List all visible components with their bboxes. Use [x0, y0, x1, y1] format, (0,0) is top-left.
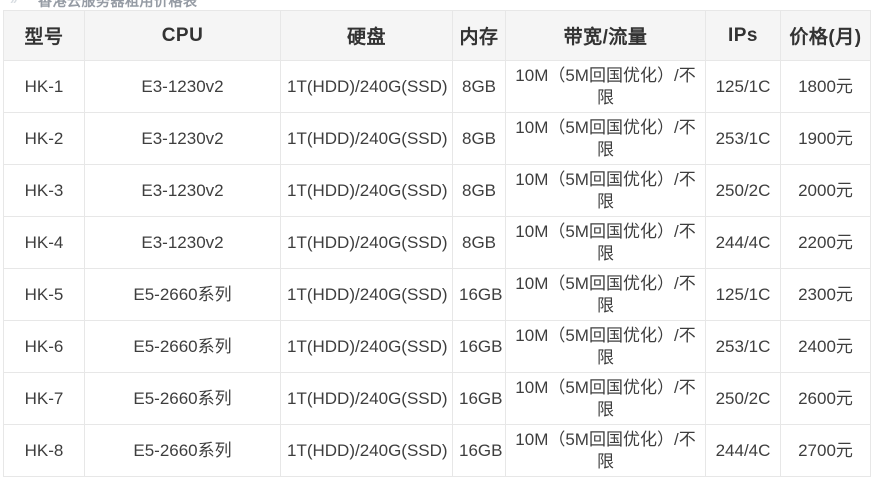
- cell-disk: 1T(HDD)/240G(SSD): [280, 60, 453, 113]
- cell-bandwidth: 10M（5M回国优化）/不限: [505, 372, 706, 425]
- cell-model: HK-1: [3, 60, 85, 113]
- column-header-cpu: CPU: [84, 10, 281, 61]
- cell-disk: 1T(HDD)/240G(SSD): [280, 164, 453, 217]
- cell-ips: 125/1C: [705, 60, 781, 113]
- table-header-row: 型号 CPU 硬盘 内存 带宽/流量 IPs 价格(月): [3, 10, 871, 61]
- cell-price: 2400元: [780, 320, 871, 373]
- cell-ips: 250/2C: [705, 372, 781, 425]
- clipped-section-heading: » 香港云服务器租用价格表: [0, 0, 873, 9]
- table-body: HK-1 E3-1230v2 1T(HDD)/240G(SSD) 8GB 10M…: [3, 60, 871, 477]
- server-spec-table: 型号 CPU 硬盘 内存 带宽/流量 IPs 价格(月) HK-1 E3-123…: [3, 10, 871, 477]
- table-row: HK-6 E5-2660系列 1T(HDD)/240G(SSD) 16GB 10…: [3, 320, 871, 373]
- cell-disk: 1T(HDD)/240G(SSD): [280, 372, 453, 425]
- cell-model: HK-3: [3, 164, 85, 217]
- column-header-model: 型号: [3, 10, 85, 61]
- cell-cpu: E3-1230v2: [84, 216, 281, 269]
- cell-price: 2300元: [780, 268, 871, 321]
- table-row: HK-3 E3-1230v2 1T(HDD)/240G(SSD) 8GB 10M…: [3, 164, 871, 217]
- cell-price: 1900元: [780, 112, 871, 165]
- cell-bandwidth: 10M（5M回国优化）/不限: [505, 268, 706, 321]
- cell-ips: 244/4C: [705, 216, 781, 269]
- cell-disk: 1T(HDD)/240G(SSD): [280, 424, 453, 477]
- cell-model: HK-6: [3, 320, 85, 373]
- cell-model: HK-8: [3, 424, 85, 477]
- cell-memory: 8GB: [452, 112, 506, 165]
- cell-cpu: E5-2660系列: [84, 372, 281, 425]
- cell-model: HK-2: [3, 112, 85, 165]
- cell-ips: 253/1C: [705, 320, 781, 373]
- cell-cpu: E5-2660系列: [84, 320, 281, 373]
- double-chevron-right-icon: »: [10, 0, 17, 7]
- cell-price: 2700元: [780, 424, 871, 477]
- table-row: HK-4 E3-1230v2 1T(HDD)/240G(SSD) 8GB 10M…: [3, 216, 871, 269]
- cell-disk: 1T(HDD)/240G(SSD): [280, 268, 453, 321]
- cell-cpu: E5-2660系列: [84, 268, 281, 321]
- column-header-memory: 内存: [452, 10, 506, 61]
- cell-memory: 8GB: [452, 164, 506, 217]
- column-header-price: 价格(月): [780, 10, 871, 61]
- cell-model: HK-5: [3, 268, 85, 321]
- column-header-ips: IPs: [705, 10, 781, 61]
- cell-price: 2200元: [780, 216, 871, 269]
- page-root: » 香港云服务器租用价格表 型号 CPU 硬盘 内存 带宽/流量: [0, 0, 873, 500]
- table-row: HK-7 E5-2660系列 1T(HDD)/240G(SSD) 16GB 10…: [3, 372, 871, 425]
- cell-memory: 16GB: [452, 320, 506, 373]
- cell-disk: 1T(HDD)/240G(SSD): [280, 320, 453, 373]
- cell-disk: 1T(HDD)/240G(SSD): [280, 112, 453, 165]
- cell-cpu: E3-1230v2: [84, 60, 281, 113]
- clipped-section-heading-text: 香港云服务器租用价格表: [38, 0, 198, 9]
- cell-ips: 250/2C: [705, 164, 781, 217]
- cell-disk: 1T(HDD)/240G(SSD): [280, 216, 453, 269]
- table-header: 型号 CPU 硬盘 内存 带宽/流量 IPs 价格(月): [3, 10, 871, 61]
- cell-bandwidth: 10M（5M回国优化）/不限: [505, 216, 706, 269]
- cell-memory: 16GB: [452, 372, 506, 425]
- cell-bandwidth: 10M（5M回国优化）/不限: [505, 320, 706, 373]
- column-header-bandwidth: 带宽/流量: [505, 10, 706, 61]
- cell-memory: 8GB: [452, 60, 506, 113]
- spec-table-container: 型号 CPU 硬盘 内存 带宽/流量 IPs 价格(月) HK-1 E3-123…: [3, 10, 871, 477]
- table-row: HK-5 E5-2660系列 1T(HDD)/240G(SSD) 16GB 10…: [3, 268, 871, 321]
- cell-bandwidth: 10M（5M回国优化）/不限: [505, 424, 706, 477]
- cell-model: HK-4: [3, 216, 85, 269]
- cell-cpu: E3-1230v2: [84, 164, 281, 217]
- cell-price: 2000元: [780, 164, 871, 217]
- cell-cpu: E5-2660系列: [84, 424, 281, 477]
- cell-ips: 125/1C: [705, 268, 781, 321]
- table-row: HK-8 E5-2660系列 1T(HDD)/240G(SSD) 16GB 10…: [3, 424, 871, 477]
- cell-memory: 16GB: [452, 424, 506, 477]
- cell-ips: 253/1C: [705, 112, 781, 165]
- cell-price: 2600元: [780, 372, 871, 425]
- table-row: HK-2 E3-1230v2 1T(HDD)/240G(SSD) 8GB 10M…: [3, 112, 871, 165]
- cell-model: HK-7: [3, 372, 85, 425]
- cell-price: 1800元: [780, 60, 871, 113]
- table-row: HK-1 E3-1230v2 1T(HDD)/240G(SSD) 8GB 10M…: [3, 60, 871, 113]
- cell-bandwidth: 10M（5M回国优化）/不限: [505, 112, 706, 165]
- cell-bandwidth: 10M（5M回国优化）/不限: [505, 60, 706, 113]
- column-header-disk: 硬盘: [280, 10, 453, 61]
- cell-memory: 8GB: [452, 216, 506, 269]
- cell-ips: 244/4C: [705, 424, 781, 477]
- cell-bandwidth: 10M（5M回国优化）/不限: [505, 164, 706, 217]
- cell-memory: 16GB: [452, 268, 506, 321]
- cell-cpu: E3-1230v2: [84, 112, 281, 165]
